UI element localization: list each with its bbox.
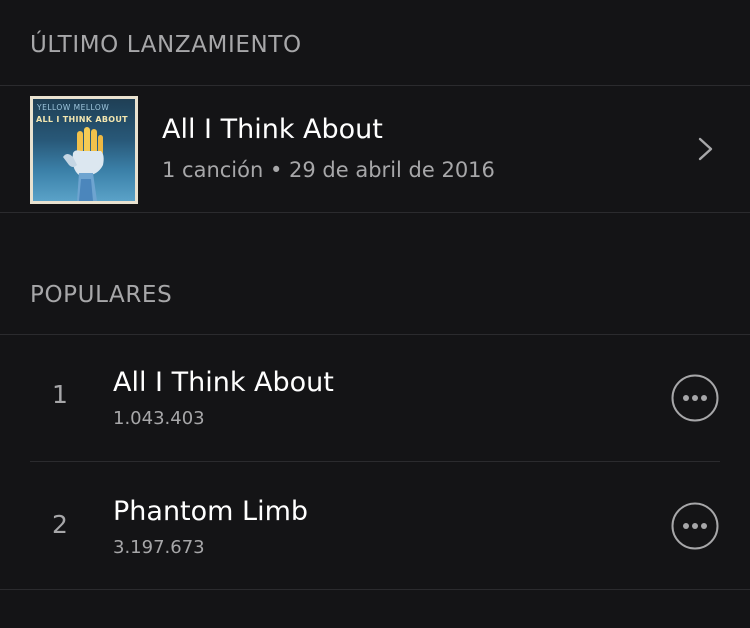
chevron-right-icon[interactable] — [696, 136, 716, 162]
release-meta: 1 canción • 29 de abril de 2016 — [162, 158, 495, 182]
track-number: 1 — [52, 380, 68, 409]
latest-release-row[interactable]: YELLOW MELLOW ALL I THINK ABOUT All I Th… — [0, 86, 750, 212]
artist-page: ÚLTIMO LANZAMIENTO YELLOW MELLOW ALL I T… — [0, 0, 750, 628]
track-title: All I Think About — [113, 367, 334, 398]
track-row[interactable]: 2 Phantom Limb 3.197.673 — [0, 462, 750, 588]
track-play-count: 3.197.673 — [113, 537, 205, 558]
track-row[interactable]: 1 All I Think About 1.043.403 — [0, 335, 750, 461]
popular-header: POPULARES — [30, 282, 173, 308]
hand-illustration — [63, 127, 104, 201]
more-options-icon[interactable] — [671, 374, 719, 422]
album-art: YELLOW MELLOW ALL I THINK ABOUT — [30, 96, 138, 204]
track-play-count: 1.043.403 — [113, 408, 205, 429]
divider — [0, 589, 750, 590]
track-title: Phantom Limb — [113, 496, 309, 527]
divider — [0, 212, 750, 213]
track-number: 2 — [52, 510, 68, 539]
more-options-icon[interactable] — [671, 502, 719, 550]
latest-release-header: ÚLTIMO LANZAMIENTO — [30, 32, 302, 58]
release-title: All I Think About — [162, 114, 383, 145]
